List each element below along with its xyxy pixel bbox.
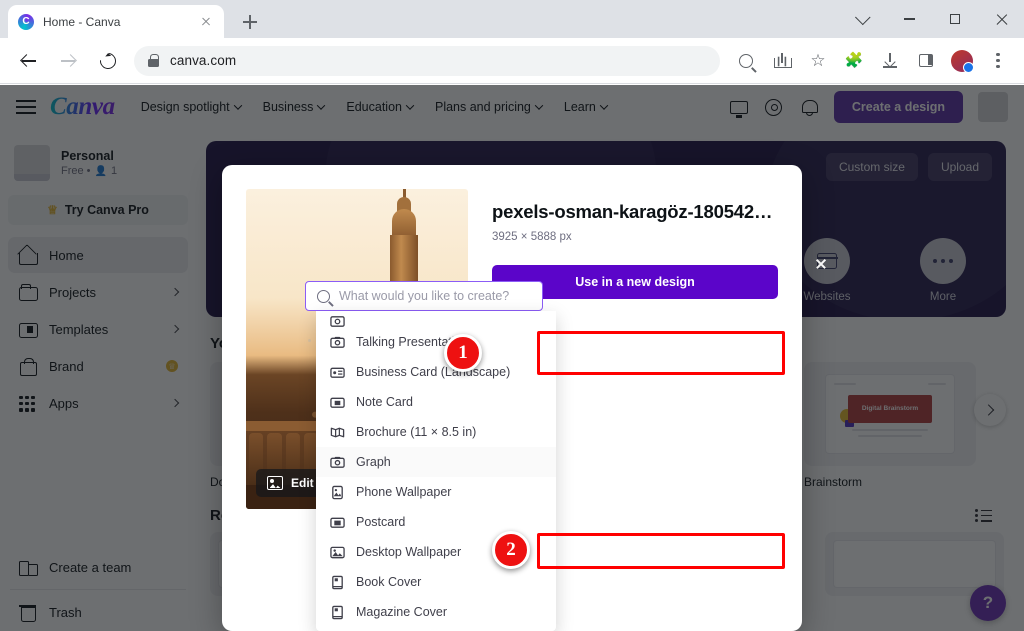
browser-tab[interactable]: C Home - Canva <box>8 5 224 38</box>
dropdown-list: Talking Presentation Business Card (Land… <box>316 311 556 627</box>
desktop-wallpaper-icon <box>330 545 345 560</box>
design-type-dropdown[interactable]: Talking Presentation Business Card (Land… <box>316 311 556 631</box>
lock-icon <box>148 54 159 67</box>
dropdown-item-label: Business Card (Landscape) <box>356 365 511 379</box>
side-panel-icon[interactable] <box>911 46 941 76</box>
reload-icon[interactable] <box>92 45 124 77</box>
search-input[interactable]: What would you like to create? <box>305 281 543 311</box>
maximize-icon[interactable] <box>932 0 978 38</box>
browser-tab-strip: C Home - Canva <box>0 0 1024 38</box>
forward-icon[interactable] <box>52 45 84 77</box>
dropdown-item-graph[interactable]: Graph <box>316 447 556 477</box>
bookmark-star-icon[interactable]: ☆ <box>803 46 833 76</box>
phone-wallpaper-icon <box>330 485 345 500</box>
canva-favicon-icon: C <box>18 13 34 30</box>
annotation-badge-two: 2 <box>492 531 530 569</box>
presentation-icon <box>330 315 345 327</box>
dropdown-item-magazine-cover[interactable]: Magazine Cover <box>316 597 556 627</box>
close-tab-icon[interactable] <box>198 14 214 30</box>
dropdown-item-book-cover[interactable]: Book Cover <box>316 567 556 597</box>
dropdown-item-brochure[interactable]: Brochure (11 × 8.5 in) <box>316 417 556 447</box>
canva-page: Canva Design spotlight Business Educatio… <box>0 85 1024 631</box>
zoom-icon[interactable] <box>731 46 761 76</box>
business-card-icon <box>330 365 345 380</box>
close-window-icon[interactable] <box>978 0 1024 38</box>
minimize-icon[interactable] <box>886 0 932 38</box>
search-placeholder: What would you like to create? <box>339 289 510 303</box>
browser-tab-title: Home - Canva <box>43 14 121 29</box>
downloads-icon[interactable] <box>875 46 905 76</box>
extensions-puzzle-icon[interactable]: 🧩 <box>839 46 869 76</box>
dropdown-item-talking-presentation[interactable]: Talking Presentation <box>316 327 556 357</box>
note-card-icon <box>330 395 345 410</box>
image-edit-icon <box>267 476 283 490</box>
dropdown-item-label: Brochure (11 × 8.5 in) <box>356 425 477 439</box>
postcard-icon <box>330 515 345 530</box>
dropdown-item-phone-wallpaper[interactable]: Phone Wallpaper <box>316 477 556 507</box>
window-controls <box>840 0 1024 38</box>
presentation-icon <box>330 335 345 350</box>
profile-avatar[interactable] <box>947 46 977 76</box>
modal-image-dimensions: 3925 × 5888 px <box>492 231 572 243</box>
search-icon <box>317 289 330 303</box>
browser-menu-icon[interactable] <box>983 46 1013 76</box>
address-bar[interactable]: canva.com <box>134 45 720 76</box>
address-bar-url: canva.com <box>170 53 237 68</box>
dropdown-item-label: Note Card <box>356 395 413 409</box>
share-icon[interactable] <box>767 46 797 76</box>
screenshot-root: C Home - Canva canva.com ☆ 🧩 Edit pexels… <box>0 0 1024 631</box>
annotation-badge-one: 1 <box>444 334 482 372</box>
dropdown-item-label: Postcard <box>356 515 406 529</box>
graph-icon <box>330 455 345 470</box>
book-cover-icon <box>330 575 345 590</box>
dropdown-item-label: Magazine Cover <box>356 605 448 619</box>
dropdown-item-label: Graph <box>356 455 391 469</box>
browser-toolbar: canva.com ☆ 🧩 <box>0 38 1024 84</box>
new-tab-icon[interactable] <box>238 10 262 34</box>
dropdown-item-label: Desktop Wallpaper <box>356 545 462 559</box>
close-banner-icon[interactable] <box>808 250 834 276</box>
chevron-down-icon[interactable] <box>840 0 886 38</box>
back-icon[interactable] <box>12 45 44 77</box>
dropdown-item-label: Book Cover <box>356 575 422 589</box>
dropdown-item-partial[interactable] <box>316 315 556 327</box>
brochure-icon <box>330 425 345 440</box>
dropdown-item-label: Phone Wallpaper <box>356 485 452 499</box>
magazine-cover-icon <box>330 605 345 620</box>
modal-image-title: pexels-osman-karagöz-180542… <box>492 201 773 222</box>
dropdown-item-business-card-landscape[interactable]: Business Card (Landscape) <box>316 357 556 387</box>
dropdown-item-note-card[interactable]: Note Card <box>316 387 556 417</box>
